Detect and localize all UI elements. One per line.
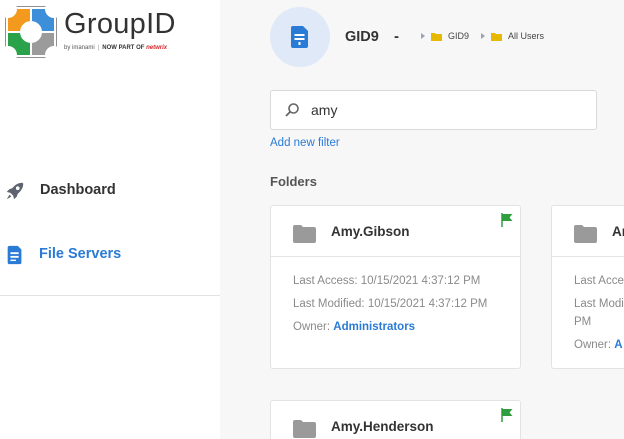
sidebar-item-file-servers[interactable]: File Servers [0,234,220,274]
last-access-label: Last Access: [293,275,358,287]
search-input[interactable] [311,99,581,121]
brand-tagline: by imanami | NOW PART OF netwrix [64,45,168,51]
sidebar: GroupID by imanami | NOW PART OF netwrix D… [0,0,220,439]
folder-card[interactable]: Amy.Henderson [270,400,521,439]
last-access-row: Last Access: 10/15/2021 4:37:12 PM [293,272,503,290]
last-modified-label: Last Modified: [293,298,365,310]
tagline-now-part-of: NOW PART OF [102,45,145,51]
folder-icon [491,32,503,41]
folder-name: Ar [612,224,624,239]
owner-label: Owner: [293,321,331,333]
sidebar-divider [0,295,220,296]
file-server-icon [7,245,22,265]
search-icon [285,103,299,117]
tagline-partner: netwrix [146,45,168,51]
flag-icon [501,408,513,422]
sidebar-item-label: File Servers [39,246,122,262]
sidebar-item-dashboard[interactable]: Dashboard [0,170,220,210]
owner-row: Owner: Administrators [293,318,503,336]
flag-icon [501,213,513,227]
search-box[interactable] [270,90,597,130]
chevron-right-icon [421,33,425,39]
owner-link[interactable]: Administrators [333,321,415,333]
sidebar-item-label: Dashboard [40,182,116,198]
folder-icon [574,225,597,243]
folder-card-header: Amy.Gibson [271,206,520,257]
last-modified-label: Last Modified: [574,298,624,310]
owner-label: Owner: [574,339,612,351]
last-access-value: 10/15/2021 4:37:12 PM [360,275,481,287]
folder-icon [293,225,316,243]
file-server-icon [291,26,308,48]
breadcrumb-item[interactable]: GID9 [448,31,469,41]
folder-name: Amy.Gibson [331,224,410,239]
last-access-label: Last Access: [574,275,624,287]
owner-row: Owner: A [574,336,624,354]
chevron-right-icon [481,33,486,39]
owner-link[interactable]: A [614,339,622,351]
last-access-row: Last Access: [574,272,624,290]
title-separator: - [394,28,399,45]
server-name: GID9 [345,29,379,45]
last-modified-value: 10/15/2021 4:37:12 PM [367,298,488,310]
breadcrumb-item[interactable]: All Users [508,31,544,41]
groupid-logo [5,6,57,58]
folder-name: Amy.Henderson [331,419,434,434]
folder-icon [431,32,442,41]
last-modified-row: Last Modified:PM [574,295,624,331]
folder-icon [293,420,316,438]
folder-card-header: Amy.Henderson [271,401,520,439]
brand-name: GroupID [64,8,176,40]
rocket-icon [6,182,24,200]
folder-card-header: Ar [552,206,624,257]
add-filter-link[interactable]: Add new filter [270,137,340,149]
last-modified-row: Last Modified: 10/15/2021 4:37:12 PM [293,295,503,313]
folder-details: Last Access: Last Modified:PM Owner: A [574,272,624,359]
section-title-folders: Folders [270,174,317,189]
tagline-by: by imanami [64,45,95,51]
server-badge [270,7,330,67]
folder-card[interactable]: Amy.Gibson Last Access: 10/15/2021 4:37:… [270,205,521,369]
folder-details: Last Access: 10/15/2021 4:37:12 PM Last … [293,272,503,341]
folder-card[interactable]: Ar Last Access: Last Modified:PM Owner: … [551,205,624,369]
breadcrumb: GID9 All Users [419,31,554,41]
